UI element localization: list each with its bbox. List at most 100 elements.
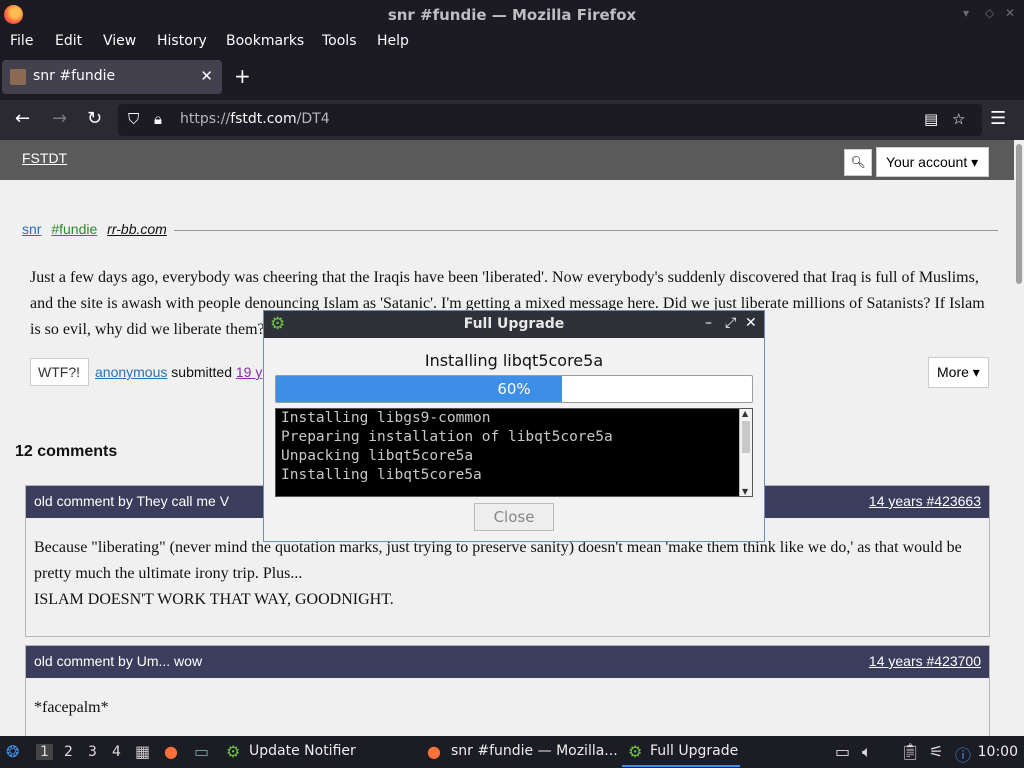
network-icon[interactable]: ⚟ (929, 742, 943, 761)
url-bar[interactable]: ⛉ 🔒︎ https://fstdt.com/DT4 ▤ ☆ (118, 104, 982, 136)
bookmark-star-icon[interactable]: ☆ (952, 110, 965, 128)
workspace-4[interactable]: 4 (112, 744, 121, 760)
scroll-up-icon[interactable]: ▲ (742, 409, 748, 418)
tab-label: snr #fundie (33, 68, 116, 84)
task-update-notifier[interactable]: Update Notifier (249, 743, 356, 759)
menu-bookmarks[interactable]: Bookmarks (226, 33, 304, 49)
submitted-text: submitted (171, 364, 232, 380)
comment-text: *facepalm* (34, 699, 109, 716)
menu-bar: File Edit View History Bookmarks Tools H… (0, 29, 1024, 54)
search-button[interactable]: 🔍︎ (844, 149, 872, 176)
menu-view[interactable]: View (103, 33, 136, 49)
close-button[interactable]: Close (474, 503, 554, 531)
start-menu-icon[interactable]: ❂ (6, 742, 19, 761)
log-line: Installing libqt5core5a (281, 467, 482, 483)
reader-view-icon[interactable]: ▤ (924, 110, 938, 128)
post-author[interactable]: snr (22, 221, 41, 237)
post-tag[interactable]: #fundie (51, 221, 97, 237)
log-scrollbar[interactable]: ▲ ▼ (739, 409, 752, 496)
search-icon: 🔍︎ (850, 155, 866, 169)
account-button[interactable]: Your account ▾ (876, 147, 989, 177)
workspace-2[interactable]: 2 (64, 744, 73, 760)
log-line: Unpacking libqt5core5a (281, 448, 474, 464)
workspace-3[interactable]: 3 (88, 744, 97, 760)
url-prefix: https:// (180, 111, 231, 127)
dialog-minimize-icon[interactable]: – (705, 315, 712, 331)
tab-close-icon[interactable]: ✕ (200, 67, 213, 85)
progress-bar: 60% (275, 375, 753, 403)
submission-info: anonymous submitted 19 y (95, 364, 262, 380)
close-window-icon[interactable]: ✕ (1005, 6, 1015, 20)
site-header: FSTDT 🔍︎ Your account ▾ (0, 140, 1014, 180)
wtf-button[interactable]: WTF?! (30, 358, 89, 386)
page-scrollbar[interactable] (1014, 140, 1024, 736)
firefox-launcher-icon[interactable]: ● (164, 742, 178, 761)
scroll-down-icon[interactable]: ▼ (742, 487, 748, 496)
comment-author: old comment by Um... wow (34, 653, 203, 669)
terminal-icon[interactable]: ▭ (194, 742, 209, 761)
menu-edit[interactable]: Edit (55, 33, 82, 49)
favicon-icon (10, 69, 26, 85)
scrollbar-thumb[interactable] (1016, 144, 1022, 284)
lock-icon[interactable]: 🔒︎ (154, 110, 162, 128)
comment-header: old comment by Um... wow 14 years #42370… (26, 646, 989, 678)
log-line: Installing libgs9-common (281, 410, 491, 426)
taskbar: ❂ 1 2 3 4 ▦ ● ▭ ⚙ Update Notifier ● snr … (0, 736, 1024, 768)
log-scroll-thumb[interactable] (742, 421, 750, 453)
dialog-close-icon[interactable]: ✕ (745, 315, 757, 331)
clock: 10:00 (977, 744, 1018, 760)
shield-icon[interactable]: ⛉ (128, 110, 139, 128)
menu-help[interactable]: Help (377, 33, 409, 49)
display-icon[interactable]: ▭ (835, 742, 850, 761)
update-alert-icon[interactable]: ⓘ (955, 742, 971, 766)
nav-bar: ← → ↻ ⛉ 🔒︎ https://fstdt.com/DT4 ▤ ☆ ☰ (0, 100, 1024, 140)
task-full-upgrade[interactable]: Full Upgrade (650, 743, 738, 759)
site-logo[interactable]: FSTDT (22, 150, 67, 166)
active-task-indicator (622, 765, 740, 767)
file-manager-icon[interactable]: ▦ (135, 742, 150, 761)
menu-tools[interactable]: Tools (322, 33, 357, 49)
url-path: /DT4 (296, 111, 330, 127)
maximize-icon[interactable]: ◇ (985, 6, 994, 20)
comment-card: old comment by Um... wow 14 years #42370… (25, 645, 990, 736)
install-log: Installing libgs9-common Preparing insta… (275, 408, 753, 497)
url-text[interactable]: https://fstdt.com/DT4 (180, 111, 330, 127)
submitter-link[interactable]: anonymous (95, 364, 167, 380)
comment-body: Because "liberating" (never mind the quo… (34, 535, 979, 613)
reload-icon[interactable]: ↻ (87, 108, 102, 129)
post-age-link[interactable]: 19 y (236, 364, 262, 380)
back-icon[interactable]: ← (15, 108, 30, 129)
firefox-task-icon: ● (427, 742, 441, 761)
minimize-icon[interactable]: ▾ (963, 6, 969, 20)
comments-count: 12 comments (15, 443, 118, 460)
progress-label: 60% (497, 380, 531, 398)
window-title: snr #fundie — Mozilla Firefox (387, 6, 637, 24)
volume-icon[interactable]: 🔈︎ (862, 742, 872, 762)
comment-body: *facepalm* (34, 695, 979, 721)
post-meta: snr #fundie rr-bb.com (22, 221, 167, 237)
comment-text: ISLAM DOESN'T WORK THAT WAY, GOODNIGHT. (34, 591, 394, 608)
workspace-1[interactable]: 1 (36, 744, 53, 760)
hamburger-menu-icon[interactable]: ☰ (990, 108, 1006, 129)
forward-icon[interactable]: → (52, 108, 67, 129)
menu-history[interactable]: History (157, 33, 207, 49)
clipboard-icon[interactable]: 📋︎ (900, 742, 920, 761)
new-tab-icon[interactable]: + (234, 64, 251, 88)
tab-active[interactable]: snr #fundie ✕ (2, 60, 222, 94)
menu-file[interactable]: File (10, 33, 33, 49)
window-titlebar: snr #fundie — Mozilla Firefox ▾ ◇ ✕ (0, 0, 1024, 29)
comment-permalink[interactable]: 14 years #423700 (869, 653, 981, 669)
comment-permalink[interactable]: 14 years #423663 (869, 493, 981, 509)
divider (174, 230, 998, 231)
dialog-maximize-icon[interactable]: ⤢ (725, 315, 736, 331)
tab-bar: snr #fundie ✕ + (0, 54, 1024, 100)
more-button[interactable]: More ▾ (928, 357, 989, 388)
dialog-titlebar: ⚙ Full Upgrade – ⤢ ✕ (264, 311, 764, 338)
post-source[interactable]: rr-bb.com (107, 221, 167, 237)
full-upgrade-task-icon: ⚙ (628, 742, 643, 761)
update-notifier-icon: ⚙ (226, 742, 241, 761)
full-upgrade-dialog: ⚙ Full Upgrade – ⤢ ✕ Installing libqt5co… (263, 310, 765, 542)
task-firefox[interactable]: snr #fundie — Mozilla... (451, 743, 618, 759)
install-status: Installing libqt5core5a (424, 351, 604, 370)
dialog-title: Full Upgrade (463, 316, 565, 332)
